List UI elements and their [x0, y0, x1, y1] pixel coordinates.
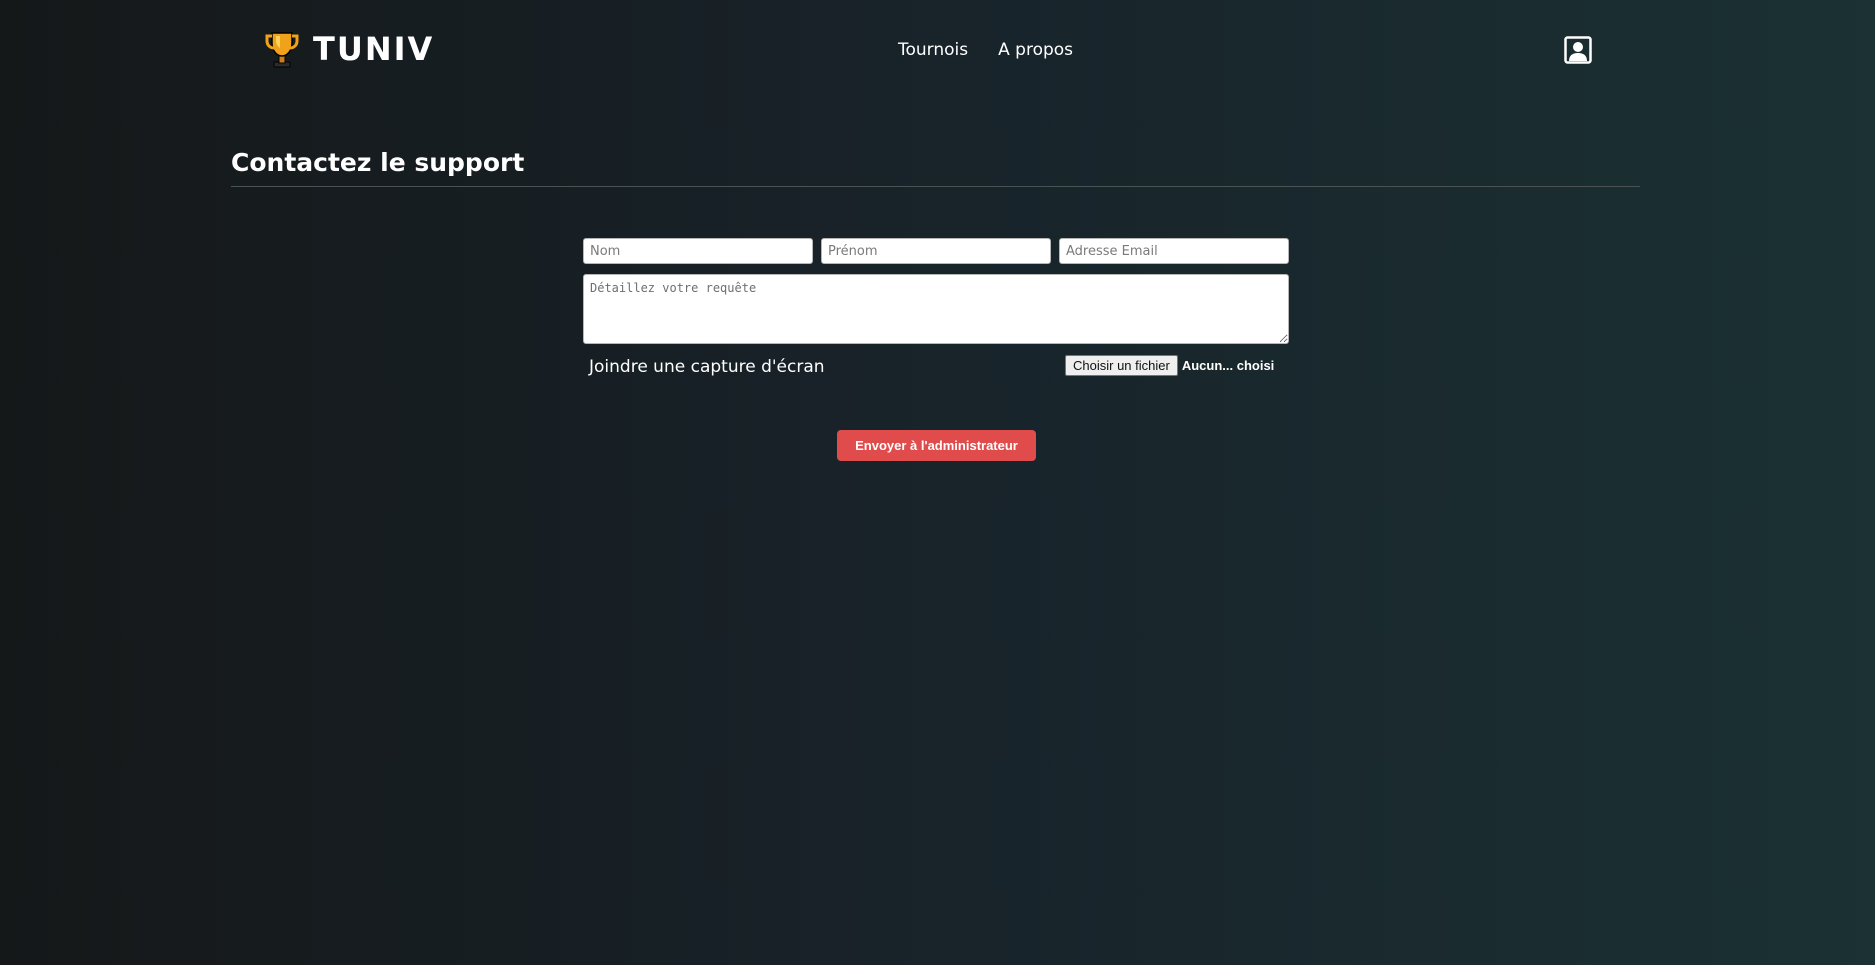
- prenom-field[interactable]: [821, 238, 1051, 264]
- nav-item-tournois[interactable]: Tournois: [898, 40, 968, 60]
- main-nav: Tournois A propos: [898, 40, 1073, 60]
- support-form: Joindre une capture d'écran Choisir un f…: [583, 238, 1289, 382]
- choose-file-button[interactable]: Choisir un fichier: [1065, 355, 1178, 376]
- email-field[interactable]: [1059, 238, 1289, 264]
- details-textarea[interactable]: [583, 274, 1289, 344]
- site-header: TUNIV Tournois A propos: [0, 0, 1875, 100]
- file-input: Choisir un fichier Aucun... choisi: [1065, 355, 1274, 376]
- identity-row: [583, 238, 1289, 264]
- send-to-admin-button[interactable]: Envoyer à l'administrateur: [837, 430, 1036, 461]
- nav-item-a-propos[interactable]: A propos: [998, 40, 1073, 60]
- logo-text: TUNIV: [313, 30, 435, 68]
- file-status-text: Aucun... choisi: [1181, 358, 1275, 373]
- title-divider: [231, 186, 1640, 187]
- user-profile-icon[interactable]: [1564, 36, 1592, 64]
- logo[interactable]: TUNIV: [265, 28, 434, 70]
- trophy-icon: [265, 32, 299, 68]
- attachment-label: Joindre une capture d'écran: [589, 357, 825, 377]
- attachment-row: Joindre une capture d'écran Choisir un f…: [583, 352, 1289, 382]
- page-title: Contactez le support: [231, 148, 525, 177]
- nom-field[interactable]: [583, 238, 813, 264]
